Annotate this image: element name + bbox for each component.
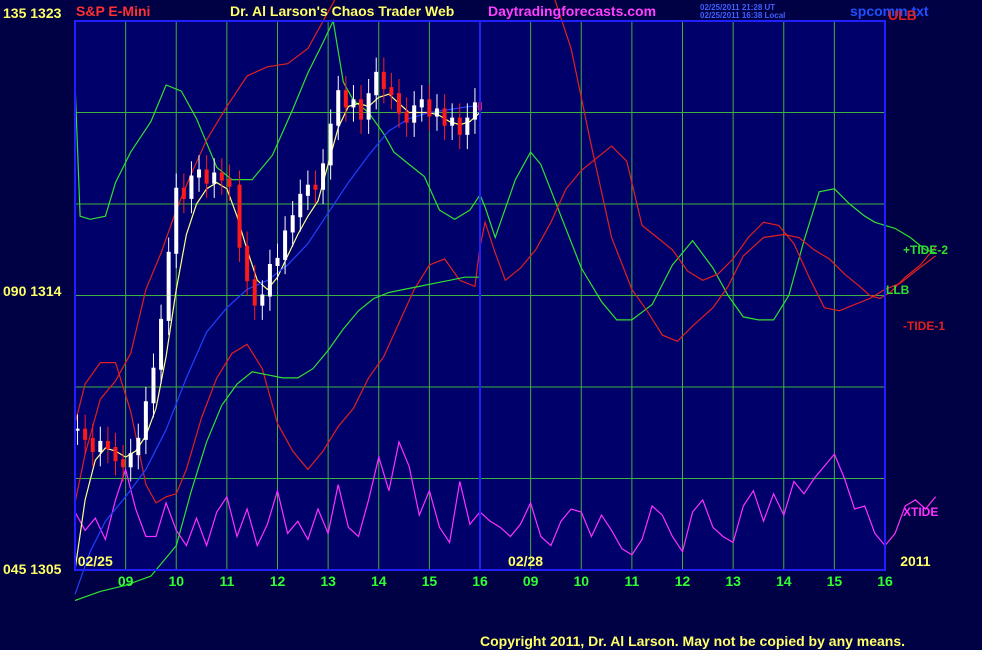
series-label: ULB [888,7,917,23]
price-bar [305,184,310,196]
x-axis-hour-label: 12 [270,573,286,589]
price-bar [404,111,409,123]
price-bar [105,440,110,449]
price-bar [151,367,156,404]
series-label: -TIDE-1 [903,319,945,333]
price-bar [313,184,318,190]
x-axis-hour-label: 11 [624,573,639,589]
price-bar [343,90,348,108]
price-bar [298,193,303,218]
price-bar [189,175,194,199]
price-bar [98,440,103,453]
x-axis-hour-label: 16 [877,573,893,589]
price-bar [275,257,280,266]
price-bar [227,178,232,187]
price-bar [260,294,265,306]
price-bar [204,169,209,184]
price-bar [252,279,257,306]
site-title: Dr. Al Larson's Chaos Trader Web [230,3,454,19]
x-axis-date-label: 2011 [900,553,931,569]
timestamp-local: 02/25/2011 16:38 Local [700,11,785,20]
x-axis-hour-label: 14 [776,573,792,589]
price-bar [245,245,250,282]
x-axis-date-label: 02/25 [78,553,113,569]
price-bar [465,117,470,135]
price-bar [427,99,432,117]
price-bar [90,437,95,453]
price-bar [219,172,224,181]
series-label: +TIDE-2 [903,243,948,257]
price-bar [412,105,417,123]
series-labels: ULB +TIDE-2 LLB -TIDE-1 XTIDE [886,7,948,519]
price-bar [351,99,356,108]
series-label: XTIDE [903,505,938,519]
y-axis-label: 135 1323 [3,5,62,21]
chart: S&P E-Mini Dr. Al Larson's Chaos Trader … [3,0,948,649]
price-bar [366,93,371,120]
x-axis-hour-label: 13 [725,573,741,589]
price-bar [83,428,88,440]
price-bar [283,230,288,260]
x-axis-hour-label: 14 [371,573,387,589]
price-bar [121,459,126,468]
price-bar [113,447,118,462]
price-bar [472,102,477,120]
y-axis-labels: 135 1323 090 1314 045 1305 [3,5,62,577]
price-bar [450,117,455,126]
x-axis-hour-label: 15 [422,573,438,589]
x-axis-hour-label: 15 [827,573,843,589]
price-bar [166,251,171,321]
site-url: Daytradingforecasts.com [488,3,656,19]
price-bar [75,428,80,431]
x-axis-hour-label: 13 [320,573,336,589]
price-bar [397,93,401,114]
price-bar [237,184,242,248]
price-bar [267,264,272,297]
price-bar [197,169,202,178]
price-bar [434,108,439,117]
price-bar [381,71,386,90]
price-bar [442,108,447,126]
price-bar [290,215,295,233]
x-axis-date-label: 02/28 [508,553,543,569]
x-axis-hour-label: 16 [472,573,488,589]
price-bar [128,453,133,468]
price-bar [419,99,424,108]
x-axis-hour-label: 10 [168,573,184,589]
x-axis-hour-label: 09 [523,573,539,589]
y-axis-label: 045 1305 [3,561,62,577]
price-bar [174,187,179,254]
price-bar [181,187,186,199]
price-bar [374,71,379,96]
price-bar [336,90,341,126]
series-label: LLB [886,283,910,297]
price-bar [457,117,462,135]
y-axis-label: 090 1314 [3,283,62,299]
x-axis-hour-label: 10 [573,573,589,589]
x-axis-hour-label: 11 [219,573,234,589]
symbol-label: S&P E-Mini [76,3,150,19]
price-bar [359,99,364,120]
price-bar [143,401,148,440]
x-axis-hour-label: 12 [675,573,691,589]
price-bar [159,318,164,370]
price-bar [212,172,217,184]
price-bar [389,87,394,96]
price-bar [136,437,141,456]
copyright-notice: Copyright 2011, Dr. Al Larson. May not b… [480,633,905,649]
price-bar [321,163,326,190]
x-axis-hour-label: 09 [118,573,134,589]
price-bar [328,123,333,166]
